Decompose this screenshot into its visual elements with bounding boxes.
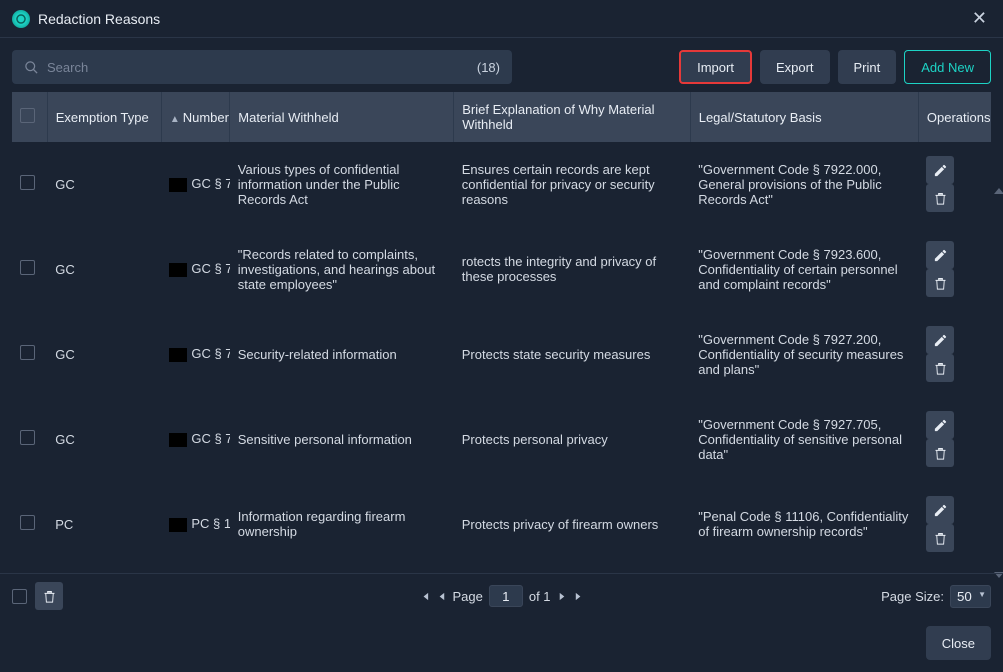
select-all-checkbox[interactable] bbox=[20, 108, 35, 123]
page-size-select[interactable]: 50 bbox=[950, 585, 991, 608]
cell-operations bbox=[918, 397, 991, 482]
redacted-block-icon bbox=[169, 263, 187, 277]
cell-brief: Protects personal privacy bbox=[454, 397, 690, 482]
export-button[interactable]: Export bbox=[760, 50, 830, 84]
row-checkbox[interactable] bbox=[20, 515, 35, 530]
table-row: GC GC § 79 Security-related information … bbox=[12, 312, 991, 397]
page-label: Page bbox=[452, 589, 482, 604]
page-of-label: of 1 bbox=[529, 589, 551, 604]
delete-button[interactable] bbox=[926, 184, 954, 212]
close-icon[interactable]: ✕ bbox=[968, 8, 991, 29]
cell-brief: Protects state security measures bbox=[454, 312, 690, 397]
cell-material: Sensitive personal information bbox=[230, 397, 454, 482]
delete-button[interactable] bbox=[926, 354, 954, 382]
cell-operations bbox=[918, 312, 991, 397]
app-logo-icon bbox=[12, 10, 30, 28]
cell-basis: "Penal Code § 11106, Confidentiality of … bbox=[690, 482, 918, 567]
cell-material: Various types of confidential informatio… bbox=[230, 142, 454, 227]
cell-brief: Protects privacy of firearm owners bbox=[454, 482, 690, 567]
cell-operations bbox=[918, 482, 991, 567]
cell-exemption-type: PC bbox=[47, 482, 161, 567]
edit-button[interactable] bbox=[926, 241, 954, 269]
redacted-block-icon bbox=[169, 178, 187, 192]
cell-brief: Ensures certain records are kept confide… bbox=[454, 142, 690, 227]
cell-exemption-type: GC bbox=[47, 142, 161, 227]
redacted-block-icon bbox=[169, 433, 187, 447]
redacted-block-icon bbox=[169, 348, 187, 362]
search-input[interactable] bbox=[39, 60, 477, 75]
cell-number: PC § 11 bbox=[161, 482, 229, 567]
cell-basis: "Government Code § 7927.200, Confidentia… bbox=[690, 312, 918, 397]
table-wrap: Exemption Type ▲Number Material Withheld… bbox=[12, 92, 991, 567]
edit-button[interactable] bbox=[926, 326, 954, 354]
footer-select-all-checkbox[interactable] bbox=[12, 589, 27, 604]
page-size-label: Page Size: bbox=[881, 589, 944, 604]
col-basis[interactable]: Legal/Statutory Basis bbox=[690, 92, 918, 142]
row-checkbox[interactable] bbox=[20, 430, 35, 445]
cell-number: GC § 79 bbox=[161, 142, 229, 227]
edit-button[interactable] bbox=[926, 496, 954, 524]
col-operations: Operations bbox=[918, 92, 991, 142]
cell-number: GC § 79 bbox=[161, 312, 229, 397]
col-brief[interactable]: Brief Explanation of Why Material Withhe… bbox=[454, 92, 690, 142]
titlebar: Redaction Reasons ✕ bbox=[0, 0, 1003, 38]
delete-button[interactable] bbox=[926, 439, 954, 467]
search-icon bbox=[24, 60, 39, 75]
cell-basis: "Government Code § 7923.600, Confidentia… bbox=[690, 227, 918, 312]
scroll-up-icon[interactable] bbox=[994, 188, 1003, 194]
cell-material: Information regarding firearm ownership bbox=[230, 482, 454, 567]
search-input-wrap[interactable]: (18) bbox=[12, 50, 512, 84]
import-button[interactable]: Import bbox=[679, 50, 752, 84]
col-material[interactable]: Material Withheld bbox=[230, 92, 454, 142]
cell-material: "Records related to complaints, investig… bbox=[230, 227, 454, 312]
sort-asc-icon: ▲ bbox=[170, 114, 180, 125]
cell-exemption-type: GC bbox=[47, 227, 161, 312]
redaction-table: Exemption Type ▲Number Material Withheld… bbox=[12, 92, 991, 567]
close-button[interactable]: Close bbox=[926, 626, 991, 660]
cell-operations bbox=[918, 142, 991, 227]
edit-button[interactable] bbox=[926, 156, 954, 184]
pager: Page of 1 bbox=[418, 585, 584, 607]
row-checkbox[interactable] bbox=[20, 175, 35, 190]
page-size: Page Size: 50 bbox=[881, 585, 991, 608]
col-exemption-type[interactable]: Exemption Type bbox=[47, 92, 161, 142]
delete-button[interactable] bbox=[926, 524, 954, 552]
redacted-block-icon bbox=[169, 518, 187, 532]
window-title: Redaction Reasons bbox=[38, 11, 160, 27]
cell-basis: "Government Code § 7927.705, Confidentia… bbox=[690, 397, 918, 482]
col-number[interactable]: ▲Number bbox=[161, 92, 229, 142]
cell-exemption-type: GC bbox=[47, 312, 161, 397]
cell-material: Security-related information bbox=[230, 312, 454, 397]
row-checkbox[interactable] bbox=[20, 260, 35, 275]
print-button[interactable]: Print bbox=[838, 50, 897, 84]
cell-operations bbox=[918, 227, 991, 312]
table-header-row: Exemption Type ▲Number Material Withheld… bbox=[12, 92, 991, 142]
cell-basis: "Government Code § 7922.000, General pro… bbox=[690, 142, 918, 227]
cell-brief: rotects the integrity and privacy of the… bbox=[454, 227, 690, 312]
delete-button[interactable] bbox=[926, 269, 954, 297]
add-new-button[interactable]: Add New bbox=[904, 50, 991, 84]
row-checkbox[interactable] bbox=[20, 345, 35, 360]
edit-button[interactable] bbox=[926, 411, 954, 439]
footer: Page of 1 Page Size: 50 bbox=[0, 573, 1003, 618]
table-row: GC GC § 79 Sensitive personal informatio… bbox=[12, 397, 991, 482]
cell-exemption-type: GC bbox=[47, 397, 161, 482]
cell-number: GC § 79 bbox=[161, 227, 229, 312]
bulk-delete-button[interactable] bbox=[35, 582, 63, 610]
cell-number: GC § 79 bbox=[161, 397, 229, 482]
vertical-scrollbar[interactable] bbox=[994, 188, 1003, 578]
toolbar: (18) Import Export Print Add New bbox=[0, 38, 1003, 92]
table-row: GC GC § 79 Various types of confidential… bbox=[12, 142, 991, 227]
page-input[interactable] bbox=[489, 585, 523, 607]
table-row: PC PC § 11 Information regarding firearm… bbox=[12, 482, 991, 567]
search-count: (18) bbox=[477, 60, 500, 75]
table-row: GC GC § 79 "Records related to complaint… bbox=[12, 227, 991, 312]
bottom-bar: Close bbox=[0, 618, 1003, 672]
